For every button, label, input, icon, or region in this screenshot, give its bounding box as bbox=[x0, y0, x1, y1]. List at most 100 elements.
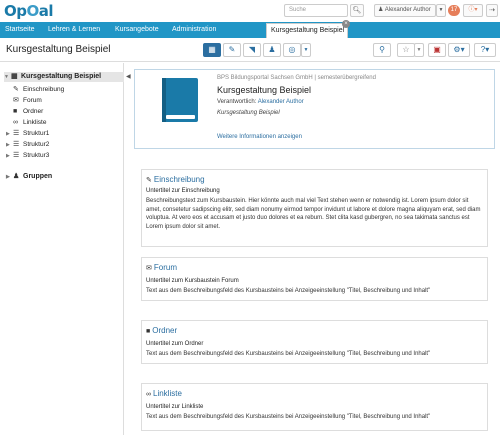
link-icon: ∞ bbox=[13, 119, 18, 126]
card-subtitle: Untertitel zum Kursbaustein Forum bbox=[146, 278, 239, 284]
group-icon: ♟ bbox=[13, 173, 20, 180]
card-ordner: ■ Ordner Untertitel zum Ordner Text aus d… bbox=[141, 320, 488, 364]
menu-item-linkliste[interactable]: ∞ Linkliste bbox=[13, 118, 46, 128]
card-title-text: Forum bbox=[153, 263, 177, 272]
user-menu-button[interactable]: ♟ Alexander Author bbox=[374, 4, 436, 17]
course-title: Kursgestaltung Beispiel bbox=[217, 85, 312, 95]
course-editor-button[interactable]: ✎ bbox=[223, 43, 241, 57]
course-storage-button[interactable]: ◥ bbox=[243, 43, 261, 57]
menu-item-einschreibung[interactable]: ✎ Einschreibung bbox=[13, 85, 64, 95]
card-einschreibung: ✎ Einschreibung Untertitel zur Einschreib… bbox=[141, 169, 488, 247]
card-subtitle: Untertitel zum Ordner bbox=[146, 341, 204, 347]
app-logo[interactable]: OpOal bbox=[4, 2, 54, 20]
more-info-link[interactable]: Weitere Informationen anzeigen bbox=[217, 134, 302, 140]
card-description: Text aus dem Beschreibungsfeld des Kursb… bbox=[146, 414, 431, 420]
link-icon: ∞ bbox=[146, 391, 151, 398]
target-icon: ◎ bbox=[288, 45, 296, 54]
card-description: Beschreibungstext zum Kursbaustein. Hier… bbox=[146, 198, 481, 230]
forum-icon: ✉ bbox=[146, 265, 152, 272]
logout-button[interactable]: ⇢ bbox=[486, 4, 498, 17]
course-view-button[interactable]: ▦ bbox=[203, 43, 221, 57]
notification-badge[interactable]: 17 bbox=[448, 5, 460, 16]
search-icon: ⚲ bbox=[379, 45, 385, 54]
nav-item-startseite[interactable]: Startseite bbox=[5, 22, 35, 38]
expand-icon: ▶ bbox=[6, 142, 10, 148]
nav-item-administration[interactable]: Administration bbox=[172, 22, 216, 38]
menu-item-label: Ordner bbox=[23, 108, 44, 115]
menu-item-label: Einschreibung bbox=[23, 86, 65, 93]
assessment-button[interactable]: ◎ bbox=[283, 43, 301, 57]
menu-root[interactable]: ▼ ▦ Kursgestaltung Beispiel bbox=[4, 72, 124, 82]
collapse-menu-button[interactable]: ◀ bbox=[126, 73, 132, 81]
settings-icon: ⚙▾ bbox=[453, 45, 465, 54]
nav-item-lehren-lernen[interactable]: Lehren & Lernen bbox=[48, 22, 100, 38]
card-title-link[interactable]: ✎ Einschreibung bbox=[146, 175, 205, 184]
menu-root-label: Kursgestaltung Beispiel bbox=[21, 73, 102, 80]
members-button[interactable]: ♟ bbox=[263, 43, 281, 57]
expand-icon: ▶ bbox=[6, 174, 10, 180]
responsible-name-link[interactable]: Alexander Author bbox=[258, 99, 304, 105]
nav-item-kursangebote[interactable]: Kursangebote bbox=[115, 22, 159, 38]
user-icon: ♟ bbox=[378, 7, 384, 13]
close-icon: × bbox=[344, 21, 348, 27]
help-icon: ?▾ bbox=[480, 45, 490, 54]
card-forum: ✉ Forum Untertitel zum Kursbaustein Forum… bbox=[141, 257, 488, 301]
course-subtitle: Kursgestaltung Beispiel bbox=[217, 110, 280, 116]
responsible-label: Verantwortlich: bbox=[217, 99, 257, 105]
menu-item-label: Struktur3 bbox=[23, 152, 50, 159]
card-title-link[interactable]: ∞ Linkliste bbox=[146, 389, 182, 398]
menu-item-ordner[interactable]: ■ Ordner bbox=[13, 107, 43, 117]
caret-left-icon: ◀ bbox=[126, 74, 131, 80]
tab-course[interactable]: Kursgestaltung Beispiel bbox=[266, 23, 348, 38]
menu-item-label: Struktur1 bbox=[23, 130, 50, 137]
menu-item-gruppen[interactable]: ▶ ♟ Gruppen bbox=[6, 172, 52, 182]
bookmark-button[interactable]: ☆ bbox=[397, 43, 415, 57]
menu-item-struktur3[interactable]: ▶ ☰ Struktur3 bbox=[6, 151, 49, 161]
caret-down-icon: ▼ bbox=[416, 47, 422, 53]
menu-item-struktur1[interactable]: ▶ ☰ Struktur1 bbox=[6, 129, 49, 139]
tab-close-button[interactable]: × bbox=[342, 20, 350, 28]
expand-icon: ▶ bbox=[6, 153, 10, 159]
course-responsible: Verantwortlich: Alexander Author bbox=[217, 99, 304, 105]
course-help-button[interactable]: ?▾ bbox=[474, 43, 496, 57]
card-subtitle: Untertitel zur Linkliste bbox=[146, 404, 204, 410]
card-linkliste: ∞ Linkliste Untertitel zur Linkliste Text… bbox=[141, 383, 488, 431]
user-name: Alexander Author bbox=[384, 7, 431, 13]
card-title-text: Linkliste bbox=[153, 389, 182, 398]
pencil-icon: ✎ bbox=[228, 45, 236, 54]
menu-item-label: Forum bbox=[23, 97, 42, 104]
settings-button[interactable]: ⚙▾ bbox=[448, 43, 470, 57]
lock-button[interactable]: ▣ bbox=[428, 43, 446, 57]
book-icon: ▦ bbox=[208, 45, 216, 54]
expand-icon: ▶ bbox=[6, 131, 10, 137]
pencil-icon: ✎ bbox=[13, 86, 19, 93]
menu-item-label: Struktur2 bbox=[23, 141, 50, 148]
bookmark-menu-button[interactable]: ▼ bbox=[414, 43, 424, 57]
forum-icon: ✉ bbox=[13, 97, 19, 104]
card-title-link[interactable]: ■ Ordner bbox=[146, 326, 177, 335]
members-icon: ♟ bbox=[268, 45, 276, 54]
folder-icon: ■ bbox=[146, 328, 151, 335]
page-title: Kursgestaltung Beispiel bbox=[6, 44, 111, 55]
search-input[interactable]: Suche bbox=[284, 4, 348, 17]
card-description: Text aus dem Beschreibungsfeld des Kursb… bbox=[146, 351, 431, 357]
folder-icon: ◥ bbox=[248, 45, 256, 54]
menu-item-struktur2[interactable]: ▶ ☰ Struktur2 bbox=[6, 140, 49, 150]
card-title-text: Einschreibung bbox=[153, 175, 205, 184]
card-title-link[interactable]: ✉ Forum bbox=[146, 263, 177, 272]
caret-down-icon: ▼ bbox=[303, 47, 309, 53]
search-button[interactable]: 🔍︎ bbox=[350, 4, 364, 17]
course-book-icon bbox=[162, 78, 198, 122]
user-menu-caret[interactable]: ▼ bbox=[436, 4, 446, 17]
more-tools-button[interactable]: ▼ bbox=[301, 43, 311, 57]
logout-icon: ⇢ bbox=[489, 7, 495, 14]
lock-icon: ▣ bbox=[433, 45, 441, 54]
menu-item-label: Linkliste bbox=[23, 119, 47, 126]
folder-icon: ■ bbox=[13, 108, 18, 115]
structure-icon: ☰ bbox=[13, 152, 20, 159]
menu-item-label: Gruppen bbox=[23, 173, 53, 180]
help-button[interactable]: ⓘ▾ bbox=[463, 4, 483, 17]
course-search-button[interactable]: ⚲ bbox=[373, 43, 391, 57]
card-subtitle: Untertitel zur Einschreibung bbox=[146, 188, 220, 194]
menu-item-forum[interactable]: ✉ Forum bbox=[13, 96, 42, 106]
